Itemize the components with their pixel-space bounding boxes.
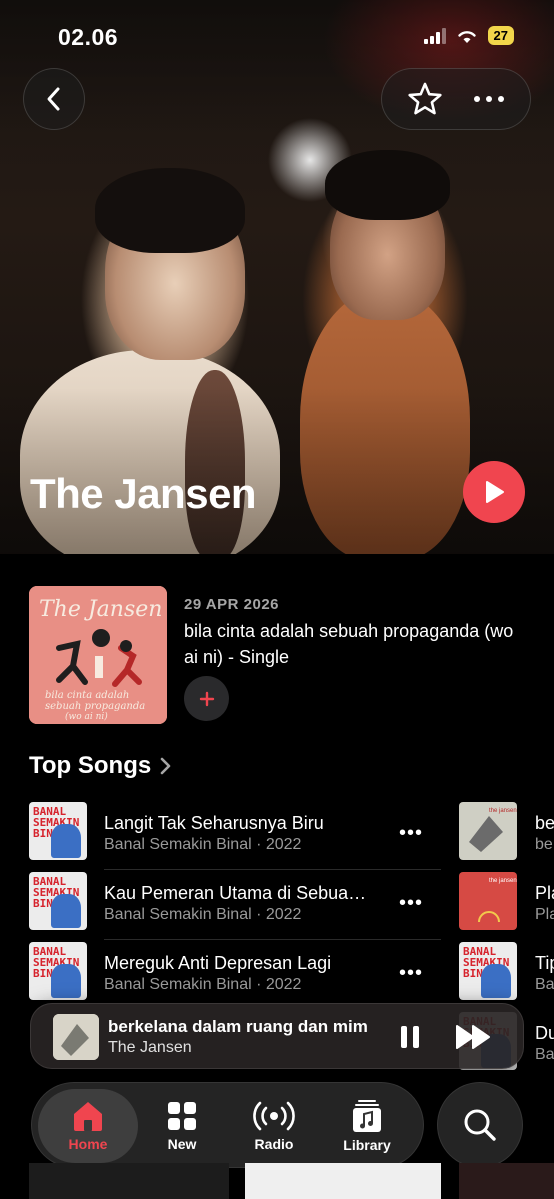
status-time: 02.06 [58,24,119,50]
library-icon [353,1100,381,1132]
now-playing-artist: The Jansen [108,1039,192,1056]
tab-radio[interactable]: Radio [224,1089,324,1163]
song-subtitle: be [535,836,553,853]
song-row[interactable]: the jansen Pla Pla [459,872,554,932]
more-options-icon[interactable] [473,95,505,103]
divider [104,939,441,940]
add-to-library-button[interactable] [184,676,229,721]
tab-label: New [167,1136,197,1152]
star-icon[interactable] [407,82,443,116]
artist-actions [381,68,531,130]
search-button[interactable] [437,1082,523,1168]
song-row[interactable]: BANALSEMAKINBINAL Tip Ba [459,942,554,1002]
song-subtitle: Banal Semakin Binal · 2022 [104,906,302,923]
play-artist-button[interactable] [463,461,525,523]
cellular-signal-icon [423,27,446,44]
home-icon [74,1102,102,1131]
tab-home[interactable]: Home [38,1089,138,1163]
song-subtitle: Banal Semakin Binal · 2022 [104,836,302,853]
svg-text:sebuah propaganda: sebuah propaganda [45,701,145,712]
release-title[interactable]: bila cinta adalah sebuah propaganda (wo … [184,618,514,670]
tab-label: Library [343,1137,391,1153]
song-artwork: BANALSEMAKINBINAL [29,872,87,930]
svg-text:(wo ai ni): (wo ai ni) [65,711,108,722]
svg-text:bila cinta adalah: bila cinta adalah [45,690,129,701]
svg-text:the jansen: the jansen [489,808,517,814]
search-icon [464,1109,496,1141]
mini-player[interactable]: berkelana dalam ruang dan mim The Jansen [30,1003,524,1069]
section-title: Top Songs [29,752,152,779]
song-title: Du [535,1023,554,1043]
song-row[interactable]: the jansen be be [459,802,554,862]
song-artwork: BANALSEMAKINBINAL [29,942,87,1000]
chevron-right-icon [160,757,171,775]
radio-icon [253,1101,295,1131]
svg-text:The Jansen: The Jansen [39,597,162,622]
more-options-icon[interactable]: ••• [399,962,423,985]
tab-bar: Home New Radio Library [31,1082,424,1168]
artist-name: The Jansen [30,470,257,517]
more-options-icon[interactable]: ••• [399,822,423,845]
chevron-left-icon [47,87,60,111]
battery-indicator: 27 [487,26,514,45]
divider [104,869,441,870]
song-artwork: BANALSEMAKINBINAL [29,802,87,860]
song-subtitle: Pla [535,906,554,923]
play-icon [486,481,504,503]
song-row[interactable]: BANAL SEMAKIN BINAL Langit Tak Seharusnya … [29,802,449,870]
grid-icon [168,1102,196,1130]
song-row[interactable]: BANAL SEMAKIN BINAL Kau Pemeran Utama di S… [29,872,449,940]
song-title: Tip [535,953,554,973]
next-section-peek [0,1163,554,1199]
plus-icon [199,691,214,706]
more-options-icon[interactable]: ••• [399,892,423,915]
svg-text:the jansen: the jansen [489,878,517,884]
song-title: Kau Pemeran Utama di Sebua… [104,883,367,903]
tab-new[interactable]: New [132,1089,232,1163]
skip-forward-icon[interactable] [455,1022,495,1052]
pause-icon[interactable] [395,1022,425,1052]
song-title: be [535,813,554,833]
song-subtitle: Ba [535,1046,554,1063]
status-indicators: 27 [423,26,514,45]
now-playing-artwork [53,1014,99,1060]
top-songs-header[interactable]: Top Songs [29,752,171,780]
latest-release-artwork[interactable]: The Jansen bila cinta adalah sebuah prop… [29,586,167,724]
tab-library[interactable]: Library [317,1089,417,1163]
song-subtitle: Ba [535,976,554,993]
tab-label: Radio [254,1136,294,1152]
back-button[interactable] [23,68,85,130]
song-row[interactable]: BANAL SEMAKIN BINAL Mereguk Anti Depresan … [29,942,449,1002]
song-subtitle: Banal Semakin Binal · 2022 [104,976,302,993]
release-date: 29 APR 2026 [184,596,280,613]
song-artwork: the jansen [459,872,517,930]
song-artwork: the jansen [459,802,517,860]
now-playing-title: berkelana dalam ruang dan mim [108,1017,368,1036]
wifi-icon [457,30,476,43]
song-title: Pla [535,883,554,903]
song-title: Mereguk Anti Depresan Lagi [104,953,332,973]
song-title: Langit Tak Seharusnya Biru [104,813,324,833]
song-artwork: BANALSEMAKINBINAL [459,942,517,1000]
tab-label: Home [68,1136,108,1152]
